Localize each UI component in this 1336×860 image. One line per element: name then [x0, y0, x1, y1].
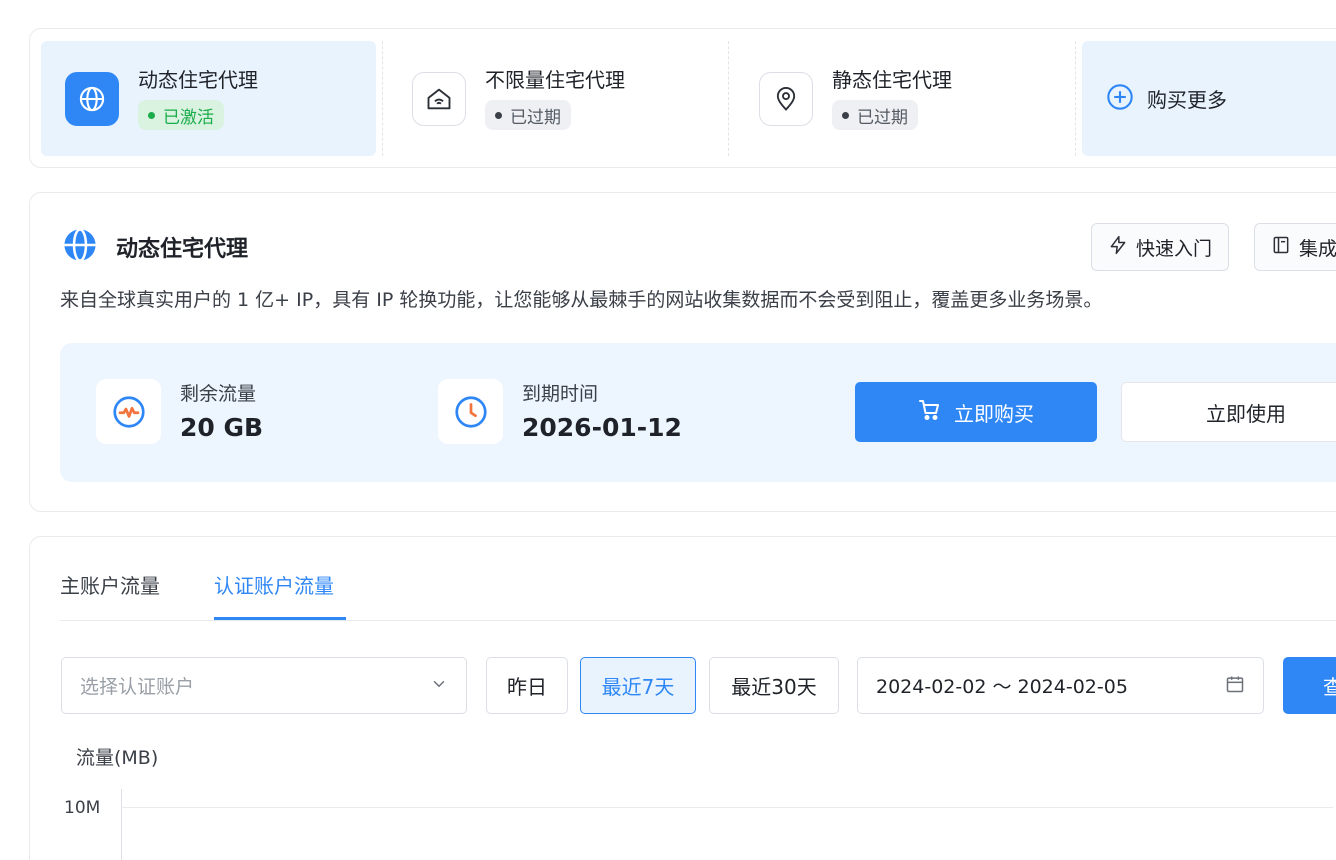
integration-button[interactable]: 集成 — [1254, 223, 1336, 271]
chart-y-tick: 10M — [64, 798, 101, 818]
divider — [728, 41, 729, 156]
range-30-days-button[interactable]: 最近30天 — [709, 657, 839, 714]
remaining-traffic: 剩余流量 20 GB — [96, 379, 263, 444]
buy-more-button[interactable]: 购买更多 — [1082, 41, 1336, 156]
remaining-traffic-value: 20 GB — [180, 412, 264, 442]
traffic-tabs: 主账户流量 认证账户流量 — [60, 537, 1336, 621]
query-button[interactable]: 查 — [1283, 657, 1336, 714]
document-icon — [1271, 234, 1291, 261]
date-range-picker[interactable]: 2024-02-02 ～ 2024-02-05 — [857, 657, 1264, 714]
calendar-icon — [1225, 674, 1245, 698]
traffic-card: 主账户流量 认证账户流量 选择认证账户 昨日 最近7天 最近30天 2024-0… — [29, 536, 1336, 860]
product-tab-unlimited[interactable]: 不限量住宅代理 已过期 — [388, 41, 723, 156]
plus-circle-icon — [1106, 83, 1134, 115]
globe-icon — [63, 228, 97, 266]
activity-icon — [96, 379, 161, 444]
chart-y-axis-label: 流量(MB) — [76, 747, 159, 769]
buy-more-label: 购买更多 — [1147, 88, 1227, 112]
range-7-days-button[interactable]: 最近7天 — [580, 657, 696, 714]
product-tab-static[interactable]: 静态住宅代理 已过期 — [735, 41, 1070, 156]
divider — [382, 41, 383, 156]
account-select-placeholder: 选择认证账户 — [80, 676, 195, 698]
product-selector: 动态住宅代理 已激活 不限量住宅代理 已过期 静态住宅代理 已过期 购买更多 — [29, 28, 1336, 168]
product-title: 动态住宅代理 — [138, 68, 258, 92]
cart-icon — [918, 398, 942, 427]
product-title: 不限量住宅代理 — [485, 68, 625, 92]
home-wifi-icon — [412, 71, 466, 126]
location-pin-icon — [759, 71, 813, 126]
tab-auth-account-traffic[interactable]: 认证账户流量 — [214, 570, 334, 599]
product-tab-dynamic[interactable]: 动态住宅代理 已激活 — [41, 41, 376, 156]
product-detail-card: 动态住宅代理 快速入门 集成 来自全球真实用户的 1 亿+ IP，具有 IP 轮… — [29, 192, 1336, 512]
divider — [1075, 41, 1076, 156]
product-description: 来自全球真实用户的 1 亿+ IP，具有 IP 轮换功能，让您能够从最棘手的网站… — [60, 289, 1103, 311]
date-range-value: 2024-02-02 ～ 2024-02-05 — [876, 676, 1128, 698]
range-yesterday-button[interactable]: 昨日 — [486, 657, 568, 714]
chart-gridline — [121, 807, 1333, 808]
chevron-down-icon — [430, 675, 448, 697]
globe-icon — [65, 71, 119, 126]
status-badge: 已激活 — [138, 100, 224, 130]
expiry-value: 2026-01-12 — [522, 412, 682, 442]
quick-start-button[interactable]: 快速入门 — [1091, 223, 1230, 271]
status-badge: 已过期 — [485, 100, 571, 130]
product-title: 静态住宅代理 — [832, 68, 952, 92]
active-tab-indicator — [214, 617, 346, 620]
stats-panel: 剩余流量 20 GB 到期时间 2026-01-12 立即购买 立即使用 — [60, 343, 1336, 482]
expiry-time: 到期时间 2026-01-12 — [438, 379, 682, 444]
status-badge: 已过期 — [832, 100, 918, 130]
lightning-icon — [1108, 234, 1128, 261]
chart-y-axis — [121, 789, 122, 860]
buy-now-button[interactable]: 立即购买 — [855, 382, 1097, 442]
use-now-button[interactable]: 立即使用 — [1121, 382, 1336, 442]
account-select[interactable]: 选择认证账户 — [61, 657, 467, 714]
detail-title: 动态住宅代理 — [116, 237, 249, 262]
tab-main-account-traffic[interactable]: 主账户流量 — [60, 570, 160, 599]
clock-icon — [438, 379, 503, 444]
